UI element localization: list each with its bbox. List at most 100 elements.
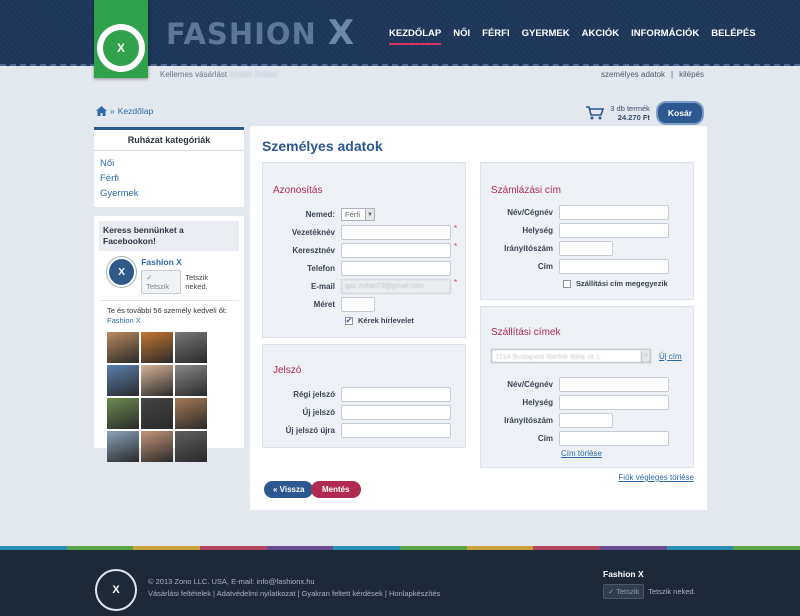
- nav-item-info[interactable]: INFORMÁCIÓK: [631, 28, 699, 45]
- shipping-address-input[interactable]: [559, 431, 669, 446]
- fb-count-text: Te és további 56 személy kedveli őt:: [107, 306, 228, 315]
- fb-fan-photo[interactable]: [141, 332, 173, 363]
- identity-panel: Azonosítás Nemed: Férfi ▼ Vezetéknév * Ke…: [262, 162, 466, 338]
- password-panel: Jelszó Régi jelszó Új jelszó Új jelszó ú…: [262, 344, 466, 448]
- footer-links[interactable]: Vásárlási feltételek | Adatvédelmi nyila…: [148, 588, 440, 600]
- new-address-link[interactable]: Új cím: [659, 352, 682, 361]
- old-password-label: Régi jelszó: [293, 390, 335, 399]
- fb-fan-photo[interactable]: [175, 398, 207, 429]
- logout-link[interactable]: kilépés: [679, 70, 704, 79]
- main-nav: KEZDŐLAP NŐI FÉRFI GYERMEK AKCIÓK INFORM…: [389, 28, 768, 45]
- delete-account-link[interactable]: Fiók végleges törlése: [618, 473, 694, 482]
- shipping-address-select[interactable]: 1114 Budapest Bartók Béla út 1. ▼: [491, 349, 651, 363]
- phone-input[interactable]: [341, 261, 451, 276]
- brand-wordmark[interactable]: FASHION X: [166, 13, 355, 53]
- fb-fan-photo[interactable]: [107, 398, 139, 429]
- facebook-box: Keress bennünket a Facebookon! X Fashion…: [94, 216, 244, 462]
- site-footer: X © 2013 Zono LLC. USA, E-mail: info@fas…: [0, 550, 800, 616]
- fb-fan-photo[interactable]: [175, 365, 207, 396]
- fb-fan-photo[interactable]: [141, 398, 173, 429]
- account-links: személyes adatok | kilépés: [600, 70, 704, 79]
- breadcrumb-home[interactable]: Kezdőlap: [118, 106, 153, 116]
- welcome-text: Kellemes vásárlást Szabó Zoltán!: [160, 70, 279, 79]
- main-content: Személyes adatok Azonosítás Nemed: Férfi…: [250, 126, 707, 510]
- fb-page-name[interactable]: Fashion X: [141, 257, 231, 267]
- footer-logo-icon[interactable]: X: [95, 569, 137, 611]
- chevron-down-icon: ▼: [365, 209, 374, 220]
- fb-page-logo-icon[interactable]: X: [107, 257, 137, 287]
- same-address-checkbox[interactable]: [563, 279, 571, 288]
- repeat-password-input[interactable]: [341, 423, 451, 438]
- shipping-name-input[interactable]: [559, 377, 669, 392]
- footer-copyright: © 2013 Zono LLC. USA, E-mail: info@fashi…: [148, 577, 315, 586]
- billing-panel: Számlázási cím Név/Cégnév Helység Irányí…: [480, 162, 694, 300]
- breadcrumb: » Kezdőlap: [96, 106, 153, 116]
- cart-button[interactable]: Kosár: [655, 101, 704, 125]
- delete-address-link[interactable]: Cím törlése: [561, 449, 602, 458]
- shipping-name-label: Név/Cégnév: [507, 380, 553, 389]
- user-name: Szabó Zoltán!: [229, 70, 279, 79]
- last-name-label: Vezetéknév: [291, 228, 335, 237]
- footer-like-text: Tetszik neked.: [648, 587, 696, 596]
- shipping-city-label: Helység: [522, 398, 553, 407]
- billing-city-label: Helység: [522, 226, 553, 235]
- nav-item-kids[interactable]: GYERMEK: [522, 28, 570, 45]
- footer-fb-name[interactable]: Fashion X: [603, 569, 644, 579]
- gender-select[interactable]: Férfi ▼: [341, 208, 375, 221]
- gender-label: Nemed:: [305, 210, 335, 219]
- billing-city-input[interactable]: [559, 223, 669, 238]
- shipping-title: Szállítási címek: [491, 327, 561, 338]
- fb-fan-photo[interactable]: [107, 365, 139, 396]
- fb-fan-photo[interactable]: [141, 365, 173, 396]
- nav-item-sales[interactable]: AKCIÓK: [582, 28, 619, 45]
- fb-fan-photos: [99, 330, 239, 464]
- new-password-input[interactable]: [341, 405, 451, 420]
- footer-like-button[interactable]: ✓ Tetszik: [603, 584, 645, 599]
- category-item-women[interactable]: Női: [100, 156, 238, 171]
- cart-item-count: 3 db termék: [610, 104, 650, 113]
- fb-fan-photo[interactable]: [107, 431, 139, 462]
- fb-count-link[interactable]: Fashion X: [107, 316, 141, 325]
- newsletter-label: Kérek hírlevelet: [358, 316, 414, 325]
- billing-name-input[interactable]: [559, 205, 669, 220]
- first-name-input[interactable]: [341, 243, 451, 258]
- old-password-input[interactable]: [341, 387, 451, 402]
- fb-fan-photo[interactable]: [141, 431, 173, 462]
- phone-label: Telefon: [307, 264, 335, 273]
- last-name-input[interactable]: [341, 225, 451, 240]
- cart-summary: 3 db termék 24.270 Ft Kosár: [586, 101, 704, 125]
- cart-icon[interactable]: [586, 106, 605, 120]
- shipping-city-input[interactable]: [559, 395, 669, 410]
- fb-like-button[interactable]: ✓ Tetszik: [141, 270, 182, 294]
- page-title: Személyes adatok: [262, 138, 383, 154]
- home-icon[interactable]: [96, 106, 107, 116]
- shipping-zip-label: Irányítószám: [504, 416, 553, 425]
- category-item-kids[interactable]: Gyermek: [100, 186, 238, 201]
- back-button[interactable]: « Vissza: [264, 481, 314, 498]
- email-field[interactable]: gaz.zoltan73@gmail.com: [341, 279, 451, 294]
- nav-item-home[interactable]: KEZDŐLAP: [389, 28, 442, 45]
- nav-item-login[interactable]: BELÉPÉS: [711, 28, 755, 45]
- size-label: Méret: [313, 300, 335, 309]
- billing-zip-input[interactable]: [559, 241, 613, 256]
- fb-like-text: Tetszik neked.: [185, 273, 209, 291]
- billing-title: Számlázási cím: [491, 185, 562, 196]
- size-input[interactable]: [341, 297, 375, 312]
- sub-header: Kellemes vásárlást Szabó Zoltán! személy…: [0, 70, 800, 84]
- fb-fan-photo[interactable]: [175, 431, 207, 462]
- billing-zip-label: Irányítószám: [504, 244, 553, 253]
- category-item-men[interactable]: Férfi: [100, 171, 238, 186]
- billing-address-input[interactable]: [559, 259, 669, 274]
- nav-item-women[interactable]: NŐI: [453, 28, 470, 45]
- personal-data-link[interactable]: személyes adatok: [601, 70, 665, 79]
- billing-name-label: Név/Cégnév: [507, 208, 553, 217]
- fb-fan-photo[interactable]: [175, 332, 207, 363]
- logo-tab[interactable]: X: [94, 0, 148, 78]
- identity-title: Azonosítás: [273, 185, 323, 196]
- fb-fan-photo[interactable]: [107, 332, 139, 363]
- newsletter-checkbox[interactable]: ✔: [345, 316, 353, 325]
- shipping-zip-input[interactable]: [559, 413, 613, 428]
- category-title: Ruházat kategóriák: [94, 130, 244, 151]
- save-button[interactable]: Mentés: [311, 481, 361, 498]
- nav-item-men[interactable]: FÉRFI: [482, 28, 509, 45]
